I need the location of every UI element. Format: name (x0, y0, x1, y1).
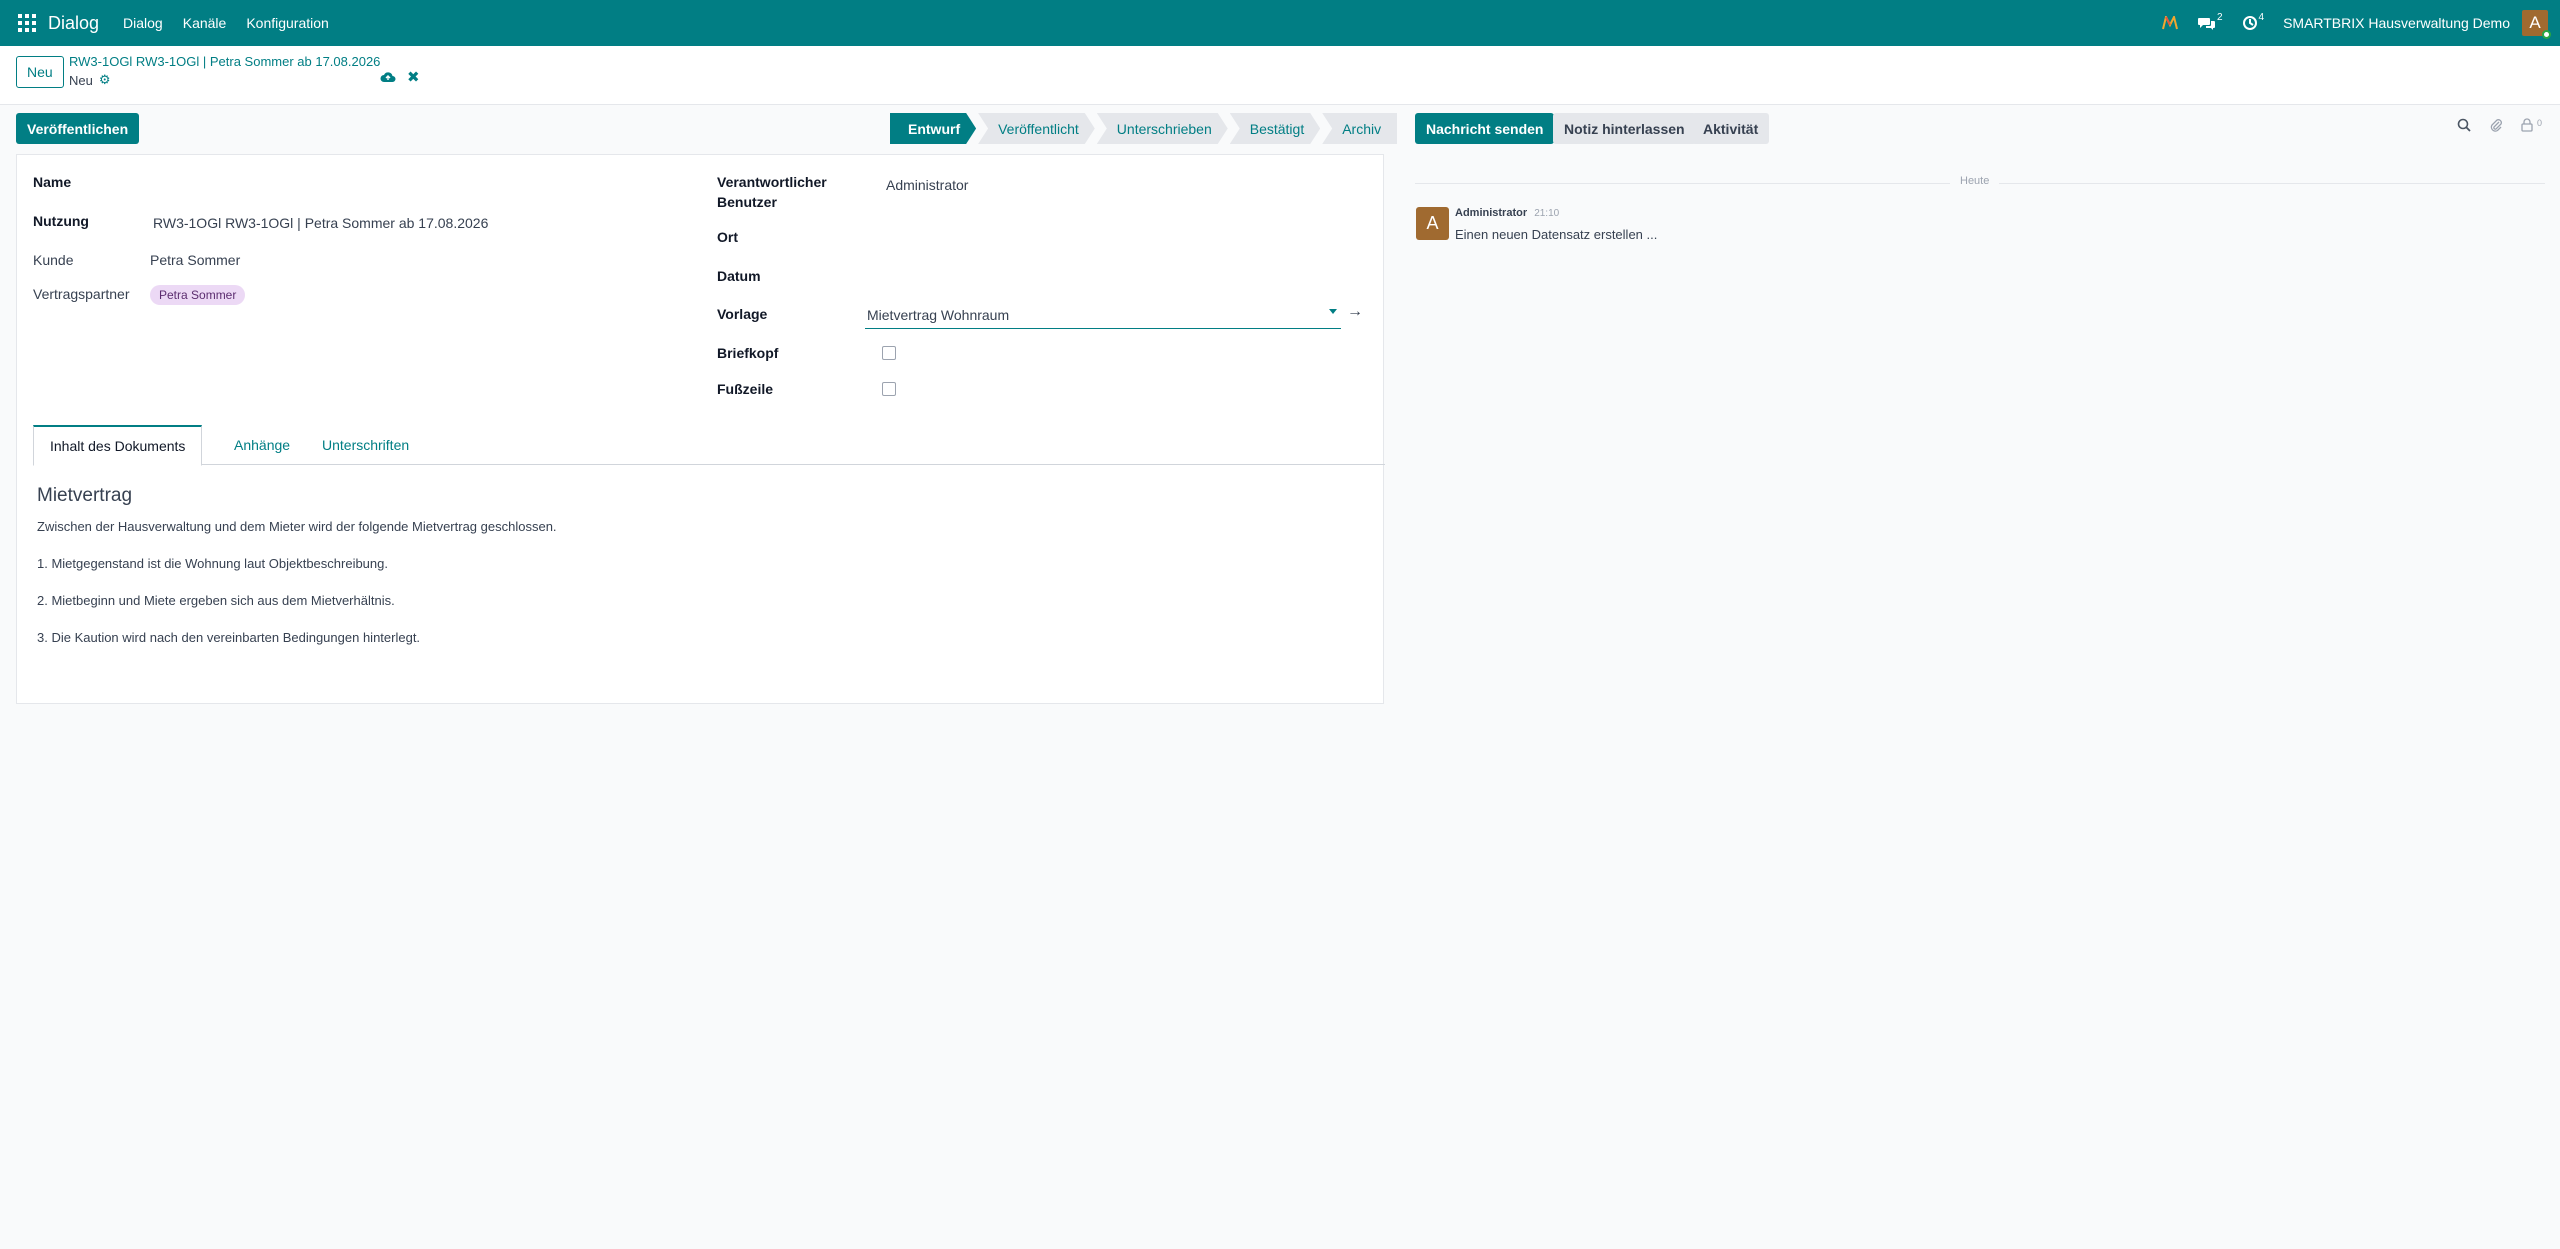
responsible-label-line2: Benutzer (717, 194, 777, 210)
responsible-label: Verantwortlicher Benutzer (717, 174, 827, 210)
log-note-button[interactable]: Notiz hinterlassen (1553, 113, 1696, 144)
messages-icon[interactable]: 2 (2197, 12, 2223, 31)
stage-signed[interactable]: Unterschrieben (1097, 113, 1228, 144)
new-button[interactable]: Neu (16, 56, 64, 88)
company-switcher[interactable]: SMARTBRIX Hausverwaltung Demo (2283, 15, 2510, 31)
menu-dialog[interactable]: Dialog (123, 15, 163, 31)
top-navbar: Dialog Dialog Kanäle Konfiguration 2 4 S… (0, 0, 2560, 46)
status-bar: Entwurf Veröffentlicht Unterschrieben Be… (890, 113, 1399, 144)
dropdown-caret-icon[interactable] (1329, 309, 1337, 314)
activity-button[interactable]: Aktivität (1692, 113, 1770, 144)
paperclip-icon[interactable] (2489, 118, 2503, 136)
tab-attachments[interactable]: Anhänge (218, 425, 306, 465)
breadcrumb-current: Neu ⚙ (69, 72, 111, 88)
document-line: Zwischen der Hausverwaltung und dem Miet… (37, 519, 557, 534)
responsible-field[interactable]: Administrator (886, 177, 968, 193)
message-time: 21:10 (1534, 208, 1560, 219)
letterhead-label: Briefkopf (717, 345, 779, 361)
usage-label: Nutzung (33, 213, 89, 229)
breadcrumb-current-label: Neu (69, 72, 93, 88)
activities-icon[interactable]: 4 (2242, 11, 2265, 31)
search-icon[interactable] (2457, 118, 2471, 136)
menu-configuration[interactable]: Konfiguration (246, 15, 329, 31)
activities-counter: 4 (2258, 11, 2265, 23)
responsible-label-line1: Verantwortlicher (717, 174, 827, 190)
stage-draft[interactable]: Entwurf (890, 113, 976, 144)
template-select[interactable]: Mietvertrag Wohnraum (865, 299, 1341, 329)
today-label: Heute (1950, 175, 2000, 187)
stage-archive[interactable]: Archiv (1322, 113, 1398, 144)
message-author-name[interactable]: Administrator (1455, 207, 1527, 219)
form-sheet: Name Nutzung RW3-1OGl RW3-1OGl | Petra S… (16, 154, 1385, 704)
document-title: Mietvertrag (37, 485, 133, 506)
letterhead-checkbox[interactable] (882, 346, 896, 360)
odoo-logo-icon[interactable] (2161, 16, 2178, 30)
tab-signatures[interactable]: Unterschriften (306, 425, 425, 465)
user-avatar[interactable]: A (2522, 10, 2551, 39)
menu-channels[interactable]: Kanäle (183, 15, 227, 31)
document-line: 1. Mietgegenstand ist die Wohnung laut O… (37, 556, 388, 571)
breadcrumb-parent[interactable]: RW3-1OGl RW3-1OGl | Petra Sommer ab 17.0… (69, 54, 380, 69)
customer-field[interactable]: Petra Sommer (150, 252, 240, 268)
followers-count: 0 (2536, 118, 2542, 128)
usage-field[interactable]: RW3-1OGl RW3-1OGl | Petra Sommer ab 17.0… (153, 215, 488, 231)
footer-checkbox[interactable] (882, 382, 896, 396)
chatter-toolbar: 0 (2439, 118, 2542, 136)
cloud-save-icon[interactable] (380, 70, 396, 87)
stage-confirmed[interactable]: Bestätigt (1230, 113, 1320, 144)
messages-counter: 2 (2216, 11, 2223, 23)
control-panel: Neu RW3-1OGl RW3-1OGl | Petra Sommer ab … (0, 46, 2560, 105)
discard-icon[interactable]: ✖ (407, 68, 420, 86)
template-select-value: Mietvertrag Wohnraum (867, 307, 1010, 323)
send-message-button[interactable]: Nachricht senden (1415, 113, 1555, 144)
app-brand[interactable]: Dialog (48, 13, 99, 34)
gear-icon[interactable]: ⚙ (99, 72, 111, 88)
document-line: 2. Mietbeginn und Miete ergeben sich aus… (37, 593, 395, 608)
user-avatar-letter: A (2529, 13, 2541, 32)
open-record-arrow-icon[interactable]: → (1347, 303, 1363, 321)
contract-partner-label: Vertragspartner (33, 286, 130, 302)
tab-document-content[interactable]: Inhalt des Dokuments (33, 425, 203, 466)
app-menu-icon[interactable] (18, 14, 36, 32)
template-label: Vorlage (717, 306, 768, 322)
publish-button[interactable]: Veröffentlichen (16, 113, 140, 144)
stage-published[interactable]: Veröffentlicht (978, 113, 1095, 144)
message-author: Administrator 21:10 (1455, 207, 1559, 219)
customer-label: Kunde (33, 252, 74, 268)
message-avatar[interactable]: A (1416, 207, 1449, 240)
message-body: Einen neuen Datensatz erstellen ... (1455, 227, 1658, 242)
online-status-icon (2542, 30, 2551, 39)
notebook-tabs: Inhalt des Dokuments Anhänge Unterschrif… (33, 425, 1385, 466)
name-label: Name (33, 174, 72, 190)
contract-partner-tag[interactable]: Petra Sommer (150, 285, 246, 305)
document-line: 3. Die Kaution wird nach den vereinbarte… (37, 630, 421, 645)
followers-lock-icon[interactable]: 0 (2521, 118, 2542, 136)
date-label: Datum (717, 268, 761, 284)
footer-label: Fußzeile (717, 381, 774, 397)
location-label: Ort (717, 229, 738, 245)
